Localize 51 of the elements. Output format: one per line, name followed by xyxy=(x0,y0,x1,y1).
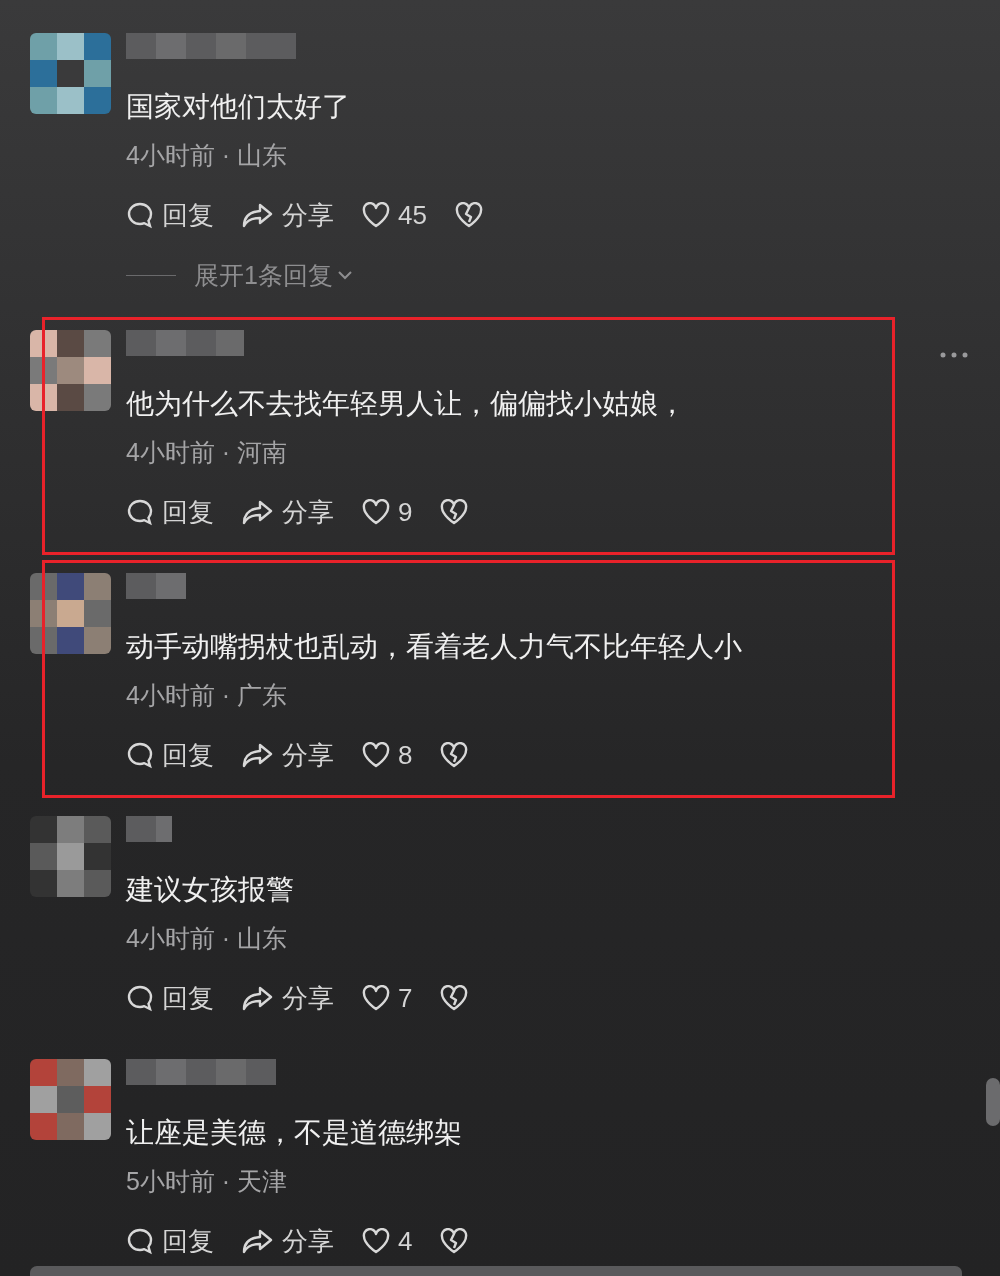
reply-button[interactable]: 回复 xyxy=(126,197,214,233)
share-icon xyxy=(242,742,274,768)
comment-meta: 4小时前 · 山东 xyxy=(126,923,289,954)
heart-icon xyxy=(362,742,390,768)
share-icon xyxy=(242,499,274,525)
broken-heart-icon[interactable] xyxy=(454,202,483,228)
heart-icon xyxy=(362,202,390,228)
reply-button[interactable]: 回复 xyxy=(126,494,214,530)
like-button[interactable]: 8 xyxy=(362,739,413,771)
scrollbar[interactable] xyxy=(986,1078,1000,1126)
name-mosaic xyxy=(126,573,186,599)
comment-icon xyxy=(126,984,154,1012)
comment-text: 他为什么不去找年轻男人让，偏偏找小姑娘， xyxy=(126,387,687,421)
comment-meta: 4小时前 · 广东 xyxy=(126,680,289,711)
comment-meta: 4小时前 · 山东 xyxy=(126,140,289,171)
like-button[interactable]: 45 xyxy=(362,199,427,231)
expand-replies-link[interactable]: 展开1条回复 xyxy=(194,258,353,292)
name-mosaic xyxy=(126,816,172,842)
reply-button[interactable]: 回复 xyxy=(126,737,214,773)
share-button[interactable]: 分享 xyxy=(242,980,334,1016)
comment-text: 让座是美德，不是道德绑架 xyxy=(126,1116,463,1150)
comment-meta: 4小时前 · 河南 xyxy=(126,437,289,468)
share-icon xyxy=(242,202,274,228)
comment-icon xyxy=(126,741,154,769)
broken-heart-icon[interactable] xyxy=(440,985,469,1011)
heart-icon xyxy=(362,1228,390,1254)
share-button[interactable]: 分享 xyxy=(242,1223,334,1259)
reply-button[interactable]: 回复 xyxy=(126,1223,214,1259)
share-button[interactable]: 分享 xyxy=(242,737,334,773)
chevron-down-icon xyxy=(336,269,353,281)
comment-icon xyxy=(126,498,154,526)
broken-heart-icon[interactable] xyxy=(440,499,469,525)
share-button[interactable]: 分享 xyxy=(242,494,334,530)
more-icon[interactable] xyxy=(940,352,968,358)
comment-icon xyxy=(126,1227,154,1255)
comment-meta: 5小时前 · 天津 xyxy=(126,1166,289,1197)
heart-icon xyxy=(362,985,390,1011)
reply-button[interactable]: 回复 xyxy=(126,980,214,1016)
like-button[interactable]: 7 xyxy=(362,982,413,1014)
heart-icon xyxy=(362,499,390,525)
comment-icon xyxy=(126,201,154,229)
comment-text: 动手动嘴拐杖也乱动，看着老人力气不比年轻人小 xyxy=(126,630,743,664)
comment-text: 国家对他们太好了 xyxy=(126,90,351,124)
broken-heart-icon[interactable] xyxy=(440,742,469,768)
like-button[interactable]: 4 xyxy=(362,1225,413,1257)
like-button[interactable]: 9 xyxy=(362,496,413,528)
share-button[interactable]: 分享 xyxy=(242,197,334,233)
broken-heart-icon[interactable] xyxy=(440,1228,469,1254)
share-icon xyxy=(242,1228,274,1254)
comment-text: 建议女孩报警 xyxy=(126,873,295,907)
share-icon xyxy=(242,985,274,1011)
